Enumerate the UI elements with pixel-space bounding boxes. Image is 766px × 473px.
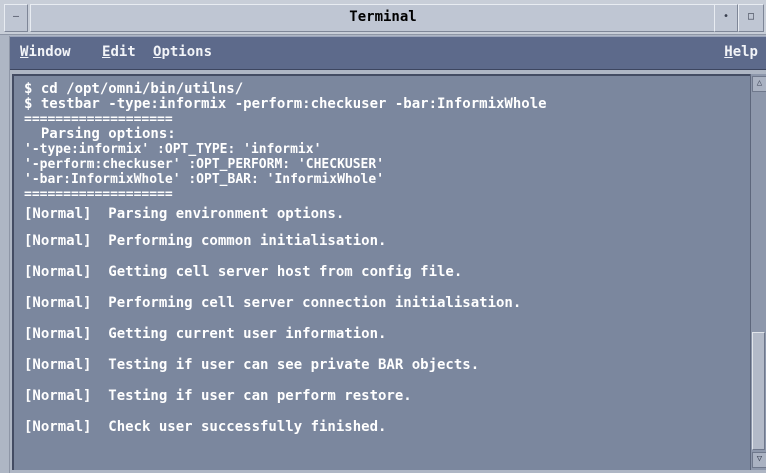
log-message: [Normal] Parsing environment options. xyxy=(24,206,345,222)
maximize-button[interactable]: □ xyxy=(738,4,764,32)
output-line: Parsing options: xyxy=(24,126,176,142)
terminal-window: — Terminal • □ Window Edit Options Help … xyxy=(0,0,766,473)
terminal-lines: $ cd /opt/omni/bin/utilns/ $ testbar -ty… xyxy=(24,82,750,443)
minimize-button[interactable]: • xyxy=(714,4,738,32)
menu-options-label: ptions xyxy=(161,44,213,60)
menu-window[interactable]: Window xyxy=(20,44,71,60)
log-message: [Normal] Performing cell server connecti… xyxy=(24,295,522,311)
output-line: '-bar:InformixWhole' :OPT_BAR: 'Informix… xyxy=(24,172,385,187)
menu-help[interactable]: Help xyxy=(724,44,758,60)
arrow-up-icon: △ xyxy=(756,78,763,88)
title-area[interactable]: Terminal xyxy=(30,4,736,32)
scroll-up-button[interactable]: △ xyxy=(752,76,766,92)
window-frame-left xyxy=(0,36,10,473)
log-message: [Normal] Check user successfully finishe… xyxy=(24,419,387,435)
minimize-icon: • xyxy=(722,11,730,22)
scroll-down-button[interactable]: ▽ xyxy=(752,452,766,468)
separator-line: =================== xyxy=(24,112,173,127)
terminal-output[interactable]: $ cd /opt/omni/bin/utilns/ $ testbar -ty… xyxy=(12,74,750,470)
menu-window-label: indow xyxy=(28,44,71,60)
menu-edit-label: dit xyxy=(110,44,136,60)
command-line: $ testbar -type:informix -perform:checku… xyxy=(24,96,547,112)
separator-line: =================== xyxy=(24,187,173,202)
log-message: [Normal] Testing if user can perform res… xyxy=(24,388,412,404)
menu-bar: Window Edit Options Help xyxy=(10,36,766,70)
vertical-scrollbar[interactable]: △ ▽ xyxy=(750,74,766,470)
command-line: $ cd /opt/omni/bin/utilns/ xyxy=(24,81,244,97)
scrollbar-thumb[interactable] xyxy=(752,332,765,450)
log-message: [Normal] Getting cell server host from c… xyxy=(24,264,463,280)
log-message: [Normal] Getting current user informatio… xyxy=(24,326,387,342)
menu-edit[interactable]: Edit xyxy=(102,44,136,60)
window-menu-icon: — xyxy=(12,11,20,22)
log-message: [Normal] Testing if user can see private… xyxy=(24,357,480,373)
menu-options[interactable]: Options xyxy=(153,44,212,60)
window-title: Terminal xyxy=(349,9,417,25)
title-bar[interactable]: — Terminal • □ xyxy=(0,0,766,35)
window-menu-button[interactable]: — xyxy=(4,4,28,32)
log-message: [Normal] Performing common initialisatio… xyxy=(24,233,387,249)
menu-help-label: elp xyxy=(732,44,758,60)
menu-help-mnemonic: H xyxy=(724,44,733,60)
output-line: '-type:informix' :OPT_TYPE: 'informix' xyxy=(24,142,322,157)
maximize-icon: □ xyxy=(747,11,755,22)
output-line: '-perform:checkuser' :OPT_PERFORM: 'CHEC… xyxy=(24,157,385,172)
arrow-down-icon: ▽ xyxy=(756,454,763,464)
